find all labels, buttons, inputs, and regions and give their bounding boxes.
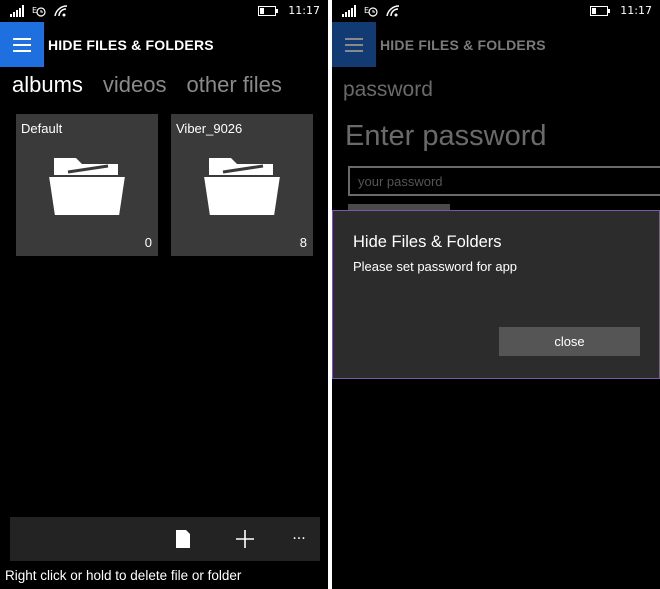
album-tile[interactable]: Viber_9026 8 xyxy=(171,114,313,256)
hamburger-menu-button[interactable] xyxy=(332,22,376,67)
svg-text:E: E xyxy=(32,6,37,15)
dialog-message: Please set password for app xyxy=(353,259,518,274)
add-file-button[interactable] xyxy=(170,517,196,561)
plus-icon xyxy=(236,530,254,548)
close-button[interactable]: close xyxy=(499,327,640,356)
file-icon xyxy=(176,530,190,548)
app-header: HIDE FILES & FOLDERS xyxy=(332,22,660,67)
more-options-button[interactable]: ··· xyxy=(286,517,312,561)
signal-icon xyxy=(10,5,24,17)
app-header: HIDE FILES & FOLDERS xyxy=(0,22,328,67)
page-label: password xyxy=(343,78,433,101)
battery-icon xyxy=(258,5,279,16)
data-connection-icon: E xyxy=(32,6,46,17)
album-count: 8 xyxy=(299,235,307,250)
battery-icon xyxy=(590,5,611,16)
album-name: Default xyxy=(21,121,63,136)
phone-password-screen: E 11:17 HIDE FILES & FOLDERS password En… xyxy=(332,0,660,589)
wifi-icon xyxy=(54,5,68,17)
folder-icon xyxy=(203,158,281,217)
wifi-icon xyxy=(386,5,400,17)
dialog-title: Hide Files & Folders xyxy=(353,233,502,251)
clock: 11:17 xyxy=(288,4,320,17)
album-tile[interactable]: Default 0 xyxy=(16,114,158,256)
status-bar: E 11:17 xyxy=(0,0,328,22)
clock: 11:17 xyxy=(620,4,652,17)
phone-albums-screen: E 11:17 HIDE FILES & FOLDERS albums vide… xyxy=(0,0,328,589)
app-title: HIDE FILES & FOLDERS xyxy=(48,37,214,53)
message-dialog: Hide Files & Folders Please set password… xyxy=(332,210,660,379)
more-icon: ··· xyxy=(292,531,306,547)
page-heading: Enter password xyxy=(345,120,547,152)
status-bar: E 11:17 xyxy=(332,0,660,22)
data-connection-icon: E xyxy=(364,6,378,17)
signal-icon xyxy=(342,5,356,17)
pivot-tabs: albums videos other files xyxy=(12,72,282,98)
command-bar: ··· xyxy=(10,517,320,561)
svg-text:E: E xyxy=(364,6,369,15)
tab-albums[interactable]: albums xyxy=(12,72,83,98)
album-count: 0 xyxy=(144,235,152,250)
password-input[interactable] xyxy=(348,166,660,196)
add-folder-button[interactable] xyxy=(232,517,258,561)
album-grid: Default 0 Viber_9026 8 xyxy=(16,114,313,256)
hint-text: Right click or hold to delete file or fo… xyxy=(5,568,242,583)
hamburger-menu-button[interactable] xyxy=(0,22,44,67)
folder-icon xyxy=(48,158,126,217)
album-name: Viber_9026 xyxy=(176,121,243,136)
tab-other-files[interactable]: other files xyxy=(187,72,282,98)
app-title: HIDE FILES & FOLDERS xyxy=(380,37,546,53)
tab-videos[interactable]: videos xyxy=(103,72,167,98)
